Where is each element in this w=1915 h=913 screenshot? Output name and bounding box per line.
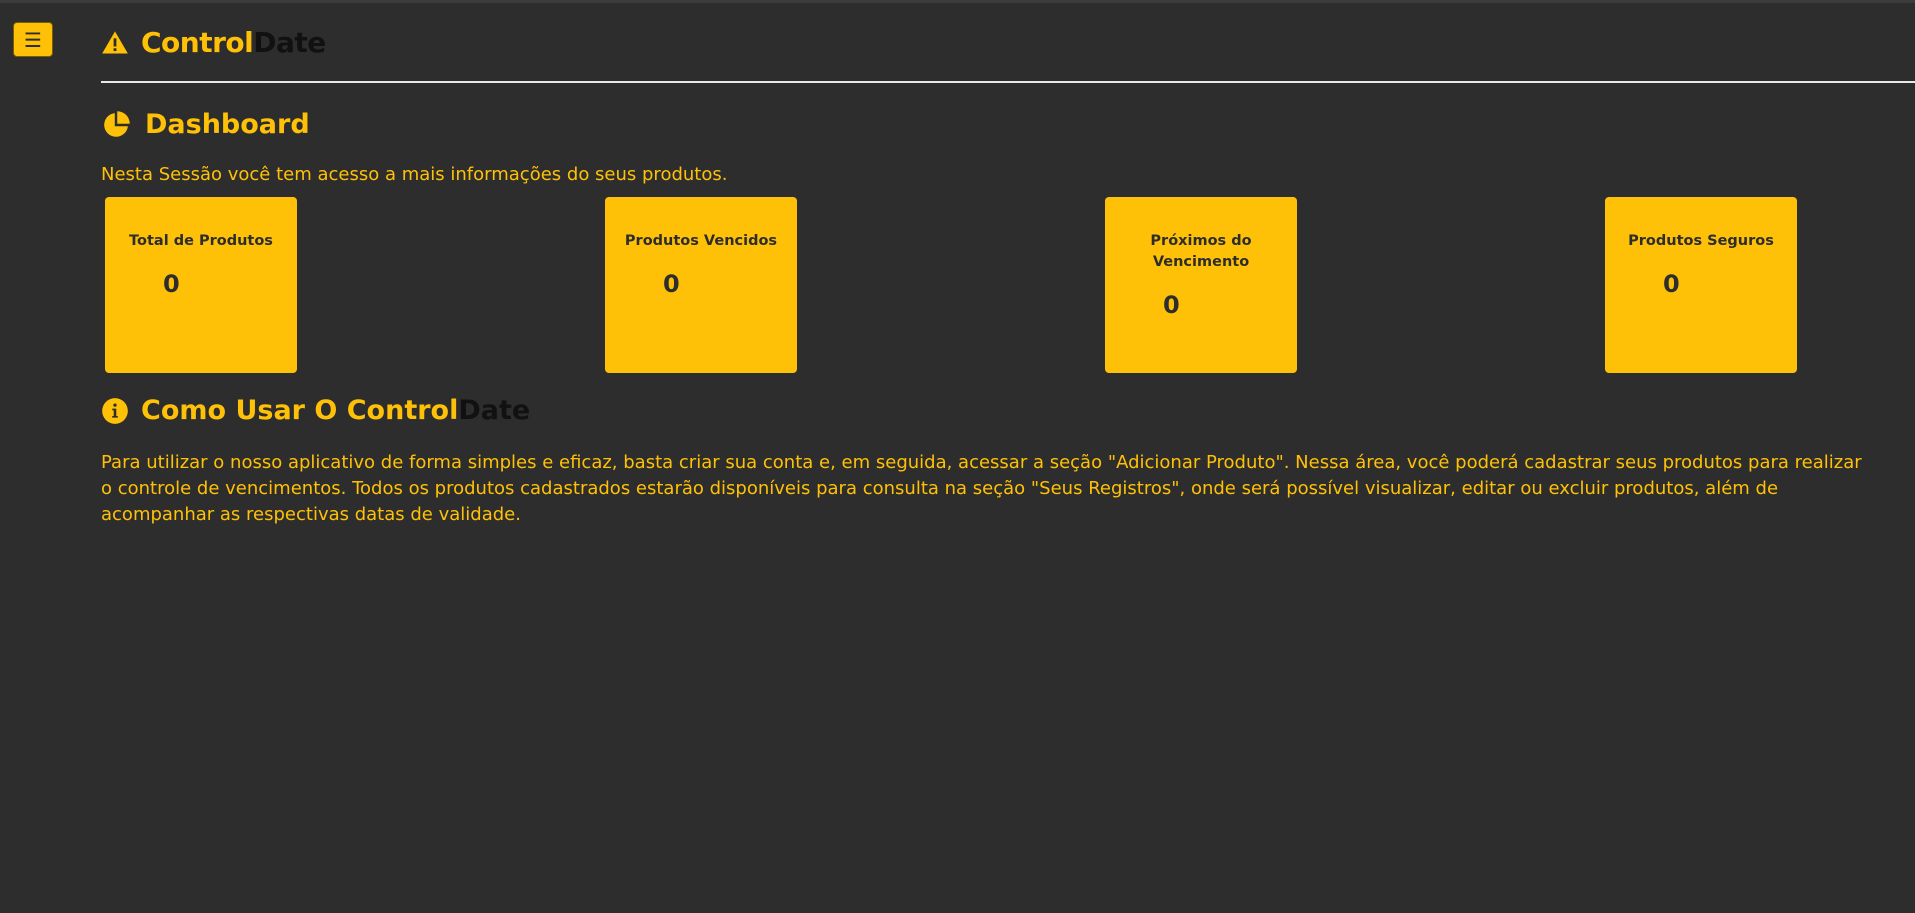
card-total-produtos: Total de Produtos 0 [105,197,297,373]
card-value: 0 [163,270,180,298]
card-value: 0 [663,270,680,298]
stats-cards: Total de Produtos 0 Produtos Vencidos 0 … [101,197,1915,373]
how-to-title-part2: Date [458,395,531,426]
card-produtos-seguros: Produtos Seguros 0 [1605,197,1797,373]
warning-triangle-icon [102,31,128,54]
pie-chart-icon [104,110,130,137]
card-title: Produtos Vencidos [624,233,778,249]
app-title-part2: Date [253,25,326,59]
app-header: ControlDate [101,3,1915,83]
main-content: ControlDate Dashboard Nesta Sessão você … [101,3,1915,528]
info-circle-icon [102,397,128,424]
card-title: Total de Produtos [129,233,273,249]
card-value: 0 [1663,270,1680,298]
menu-button[interactable]: ☰ [13,22,53,57]
dashboard-title: Dashboard [145,109,310,140]
dashboard-subtitle: Nesta Sessão você tem acesso a mais info… [101,164,728,185]
hamburger-icon: ☰ [24,27,42,52]
card-proximos-vencimento: Próximos do Vencimento 0 [1105,197,1297,373]
app-title: ControlDate [141,26,326,59]
how-to-text: Para utilizar o nosso aplicativo de form… [101,452,1862,525]
app-title-part1: Control [141,25,254,59]
how-to-heading: Como Usar O Control Date [101,395,1915,426]
card-title: Próximos do Vencimento [1150,233,1252,270]
how-to-title-part1: Como Usar O Control [141,395,459,426]
dashboard-heading: Dashboard [101,109,1915,140]
card-value: 0 [1163,291,1180,319]
card-produtos-vencidos: Produtos Vencidos 0 [605,197,797,373]
card-title: Produtos Seguros [1628,233,1774,249]
